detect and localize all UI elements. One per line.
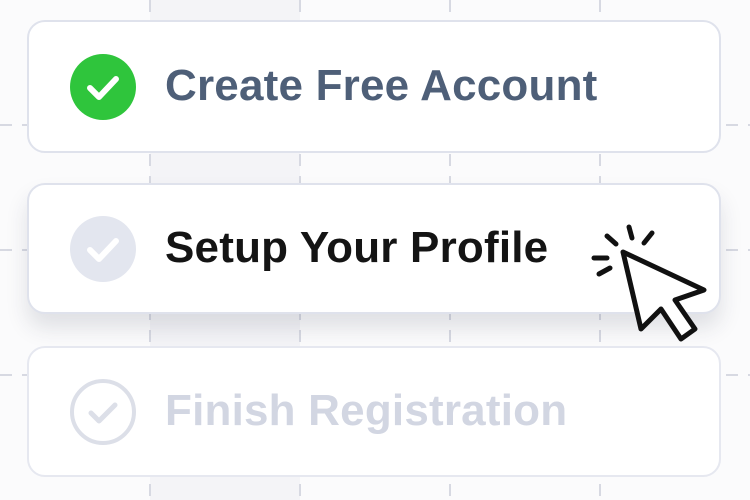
step-label: Setup Your Profile — [165, 222, 549, 272]
onboarding-steps-canvas: Create Free Account Setup Your Profile F… — [0, 0, 750, 500]
check-circle-outline-icon — [70, 378, 136, 445]
step-label: Create Free Account — [165, 60, 598, 110]
step-finish-registration[interactable]: Finish Registration — [27, 346, 721, 477]
check-circle-icon — [70, 215, 136, 282]
step-label: Finish Registration — [165, 385, 568, 435]
pointer-cursor-click-icon — [591, 224, 707, 342]
check-circle-icon — [70, 53, 136, 120]
step-create-account[interactable]: Create Free Account — [27, 20, 721, 153]
